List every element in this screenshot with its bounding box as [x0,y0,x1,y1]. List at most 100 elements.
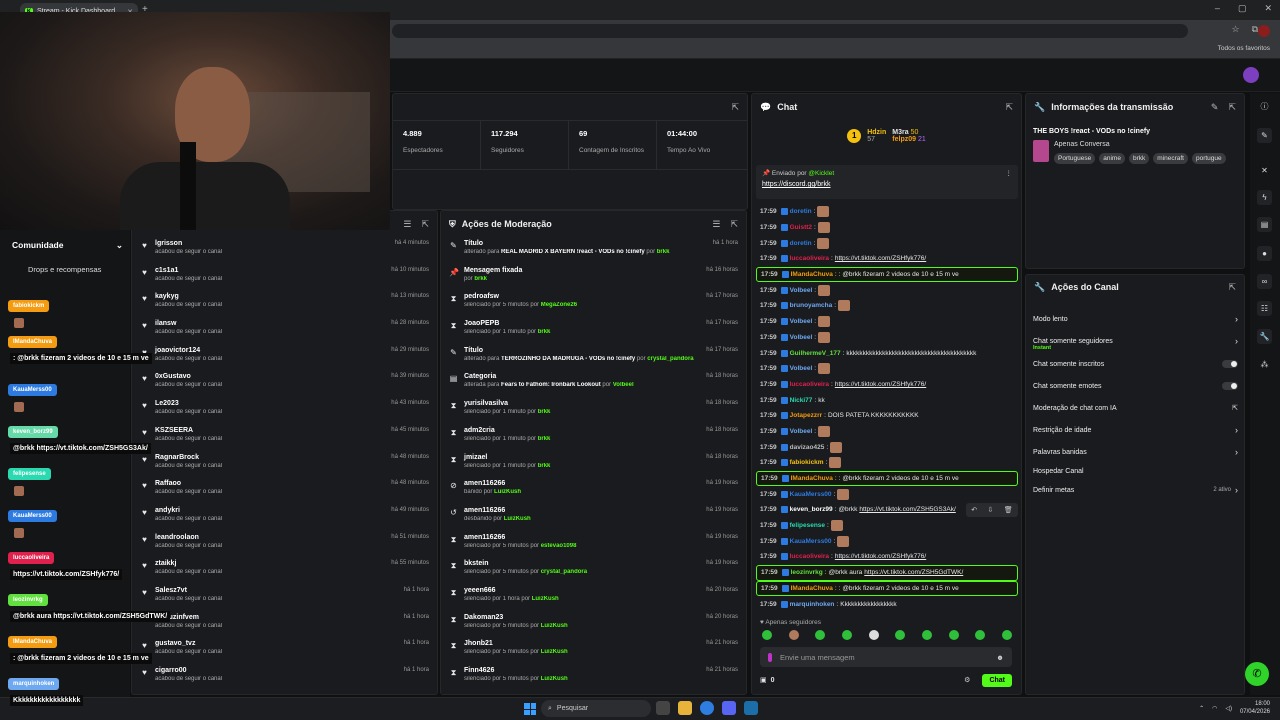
taskbar-search[interactable]: ⌕ Pesquisar [541,700,651,717]
star-icon[interactable]: ☆ [1231,24,1239,35]
chat-link[interactable]: https://vt.tiktok.com/ZSHfyk776/ [835,381,926,388]
filter-icon[interactable]: ☰ [403,219,411,230]
tray-chevron-icon[interactable]: ⌃ [1199,705,1204,712]
address-bar[interactable] [392,24,1188,38]
chat-link[interactable]: https://vt.tiktok.com/ZSHfyk776/ [835,255,926,262]
toggle-switch[interactable] [1222,382,1238,390]
chat-username[interactable]: IMandaChuva [791,585,833,592]
chat-username[interactable]: fabiokickm [790,459,824,466]
trash-icon[interactable]: 🗑 [1004,506,1013,514]
chat-message[interactable]: 17:59 doretin: [756,235,1018,251]
chat-username[interactable]: Volbeel [790,365,813,372]
chat-message[interactable]: 17:59 marquinhoken: Kkkkkkkkkkkkkkkkk [756,596,1018,612]
chat-message[interactable]: 17:59 KauaMerss00: [756,486,1018,502]
feed-username[interactable]: 0xGustavo [155,373,385,380]
moderator-name[interactable]: LuizKush [504,516,531,522]
moderator-name[interactable]: LuizKush [541,623,568,629]
emote-icon[interactable] [868,630,879,640]
chat-message[interactable]: 17:59 davizao425: [756,439,1018,455]
channel-action-row[interactable]: Hospedar Canal [1033,464,1238,478]
moderation-target[interactable]: amen116266 [464,507,700,514]
chat-link[interactable]: https://vt.tiktok.com/ZSH5GdTWK/ [864,569,963,576]
emoji-picker-icon[interactable]: ☻ [996,653,1004,662]
channel-action-row[interactable]: Chat somente inscritos [1033,357,1238,371]
chat-message[interactable]: 17:59 Guistt2: [756,220,1018,236]
chat-username[interactable]: felipesense [790,522,825,529]
settings-icon[interactable]: ⚙ [964,676,970,684]
chat-message[interactable]: 17:59 Volbeel: [756,424,1018,440]
info-icon[interactable]: ⓘ [1257,99,1272,114]
user-avatar[interactable] [1243,67,1259,83]
moderation-target[interactable]: amen116266 [464,534,700,541]
more-icon[interactable]: ⋮ [1006,169,1013,177]
chat-username[interactable]: Volbeel [790,318,813,325]
feed-username[interactable]: gustavo_tvz [155,640,398,647]
moderator-name[interactable]: brkk [657,249,670,255]
chat-link[interactable]: https://vt.tiktok.com/ZSH5GS3Ak/ [859,506,955,513]
moderation-target[interactable]: Finn4626 [464,667,700,674]
chat-message[interactable]: 17:59 luccaoliveira: https://vt.tiktok.com… [756,549,1018,565]
community-heading[interactable]: Comunidade ⌄ [12,240,123,251]
filter-icon[interactable]: ☰ [712,219,720,230]
emote-icon[interactable] [841,630,852,640]
moderator-name[interactable]: LuizKush [532,596,559,602]
taskview-icon[interactable] [656,701,670,715]
moderation-target[interactable]: Título [464,240,707,247]
feed-username[interactable]: joaovictor124 [155,347,385,354]
toggle-switch[interactable] [1222,360,1238,368]
emote-icon[interactable] [895,630,906,640]
moderator-name[interactable]: brkk [538,436,551,442]
chat-username[interactable]: doretin [790,240,812,247]
moderator-name[interactable]: estevao1098 [541,543,577,549]
channel-action-row[interactable]: Modo lento › [1033,312,1238,326]
emote-icon[interactable] [815,630,826,640]
emote-icon[interactable] [762,630,772,640]
moderator-name[interactable]: LuizKush [494,489,521,495]
moderation-target[interactable]: Jhonb21 [464,640,700,647]
chat-message[interactable]: 17:59 Nicki77: kk [756,392,1018,408]
chat-message[interactable]: 17:59 brunoyamcha: [756,298,1018,314]
moderator-name[interactable]: Volbeel [613,382,634,388]
pinned-link[interactable]: https://discord.gg/brkk [762,181,1012,188]
chat-username[interactable]: Volbeel [790,287,813,294]
close-window-button[interactable]: ✕ [1264,3,1272,14]
emote-icon[interactable] [921,630,932,640]
chat-username[interactable]: KauaMerss00 [790,538,832,545]
moderation-target[interactable]: Mensagem fixada [464,267,700,274]
feed-username[interactable]: Le2023 [155,400,385,407]
moderation-target[interactable]: adm2cria [464,427,700,434]
close-icon[interactable]: ✕ [1257,163,1272,178]
chat-username[interactable]: Nicki77 [790,397,813,404]
steam-icon[interactable] [744,701,758,715]
profile-avatar[interactable] [1258,25,1270,37]
chat-username[interactable]: luccaoliveira [790,381,829,388]
moderation-target[interactable]: pedroafsw [464,293,700,300]
feed-username[interactable]: RagnarBrock [155,454,385,461]
pin-icon[interactable]: ⇩ [988,506,994,514]
chat-message[interactable]: 17:59 IMandaChuva:: @brkk fizeram 2 video… [756,470,1018,487]
all-bookmarks-link[interactable]: Todos os favoritos [1218,45,1270,52]
chat-bubble-icon[interactable]: ● [1257,246,1272,261]
clock[interactable]: 18:00 07/04/2026 [1240,700,1270,716]
apps-icon[interactable]: ⁂ [1257,357,1272,372]
chat-input[interactable]: Envie uma mensagem ☻ [760,647,1012,667]
chat-username[interactable]: KauaMerss00 [790,491,832,498]
chat-message[interactable]: 17:59 doretin: [756,204,1018,220]
chat-message[interactable]: 17:59 Jotapezzrr: DOIS PATETA KKKKKKKKKKK [756,408,1018,424]
popout-icon[interactable]: ⇱ [730,219,738,230]
feed-username[interactable]: ztaikkj [155,560,385,567]
moderation-target[interactable]: yurisilvasilva [464,400,700,407]
channel-action-row[interactable]: Chat somente emotes [1033,379,1238,393]
channel-action-row[interactable]: Moderação de chat com IA ⇱ [1033,401,1238,415]
feed-username[interactable]: lgrisson [155,240,389,247]
chat-username[interactable]: brunoyamcha [790,302,833,309]
feed-username[interactable]: Duduzinfvem [155,614,398,621]
popout-icon[interactable]: ⇱ [731,102,739,113]
wifi-icon[interactable]: ◠ [1212,705,1217,712]
moderator-name[interactable]: brkk [538,463,551,469]
moderation-target[interactable]: amen116266 [464,480,700,487]
layout-icon[interactable]: ☷ [1257,301,1272,316]
minimize-button[interactable]: – [1215,3,1220,14]
chat-message[interactable]: 17:59 Volbeel: [756,330,1018,346]
chat-username[interactable]: Guistt2 [790,224,812,231]
